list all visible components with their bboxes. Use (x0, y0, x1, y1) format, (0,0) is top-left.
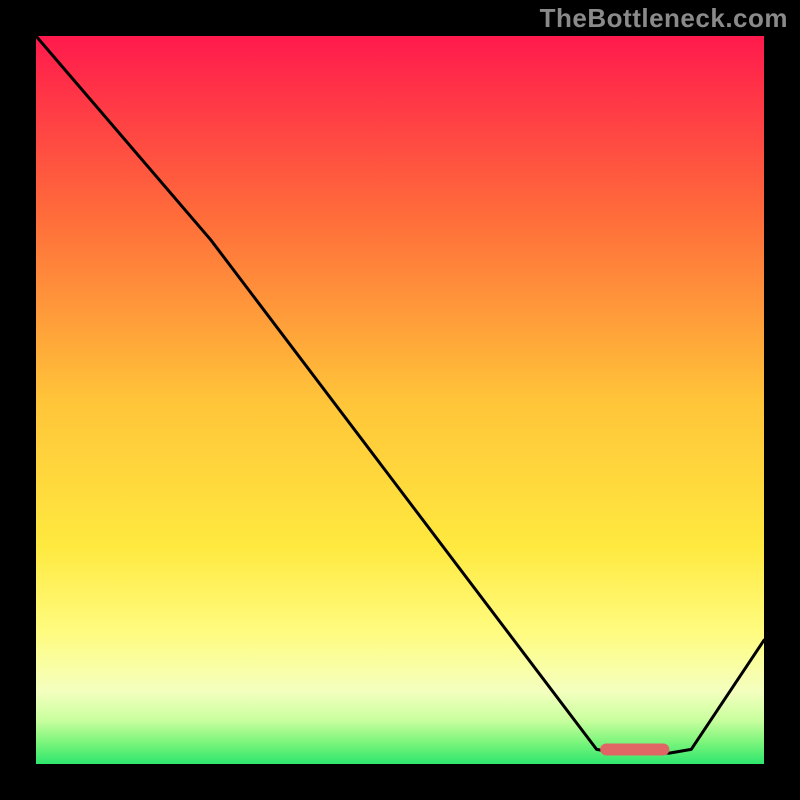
bottleneck-chart (0, 0, 800, 800)
chart-container: TheBottleneck.com (0, 0, 800, 800)
plot-background (36, 36, 764, 764)
frame (0, 764, 800, 800)
frame (764, 0, 800, 800)
frame (0, 0, 36, 800)
optimal-range-marker (600, 743, 669, 755)
watermark-text: TheBottleneck.com (540, 3, 788, 34)
